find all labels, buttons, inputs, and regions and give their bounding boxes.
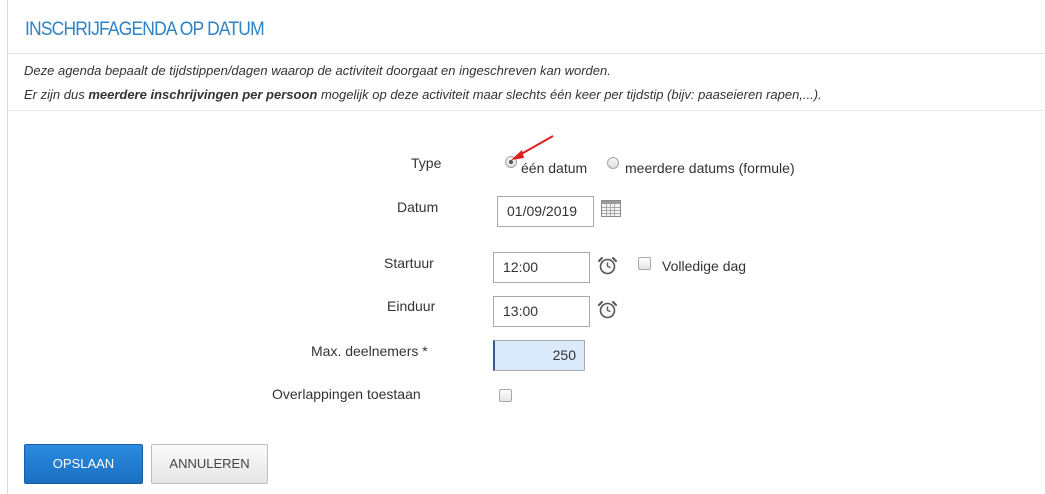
startuur-label: Startuur <box>384 255 434 271</box>
calendar-icon[interactable] <box>601 200 621 217</box>
volledige-dag-label: Volledige dag <box>662 258 747 274</box>
overlappingen-checkbox[interactable] <box>499 389 512 402</box>
alarm-clock-icon[interactable] <box>597 255 618 276</box>
save-button[interactable]: OPSLAAN <box>24 444 143 484</box>
datum-label: Datum <box>397 199 439 215</box>
intro-line-1: Deze agenda bepaalt de tijdstippen/dagen… <box>24 63 611 78</box>
intro-divider <box>8 110 1045 111</box>
annotation-arrow-icon <box>511 135 554 160</box>
intro-line-2-bold: meerdere inschrijvingen per persoon <box>88 87 318 102</box>
max-deelnemers-label: Max. deelnemers * <box>311 343 428 359</box>
cancel-button[interactable]: ANNULEREN <box>151 444 268 484</box>
datum-input[interactable]: 01/09/2019 <box>497 196 594 227</box>
einduur-input[interactable]: 13:00 <box>493 296 590 327</box>
alarm-clock-icon[interactable] <box>597 299 618 320</box>
type-radio-meerdere-datums[interactable] <box>607 157 619 169</box>
form-page: INSCHRIJFAGENDA OP DATUM Deze agenda bep… <box>0 0 1045 494</box>
startuur-input[interactable]: 12:00 <box>493 252 590 283</box>
overlappingen-label: Overlappingen toestaan <box>272 386 421 402</box>
max-deelnemers-input[interactable]: 250 <box>493 340 585 371</box>
einduur-label: Einduur <box>387 298 436 314</box>
type-option-meerdere-datums-label: meerdere datums (formule) <box>625 160 795 176</box>
left-border <box>7 0 8 494</box>
intro-line-2-suffix: mogelijk op deze activiteit maar slechts… <box>317 87 822 102</box>
title-divider <box>8 53 1045 54</box>
section-title: INSCHRIJFAGENDA OP DATUM <box>25 19 265 40</box>
intro-line-2-prefix: Er zijn dus <box>24 87 89 102</box>
type-label: Type <box>411 155 442 171</box>
intro-line-2: Er zijn dus meerdere inschrijvingen per … <box>24 87 822 102</box>
volledige-dag-checkbox[interactable] <box>638 257 651 270</box>
